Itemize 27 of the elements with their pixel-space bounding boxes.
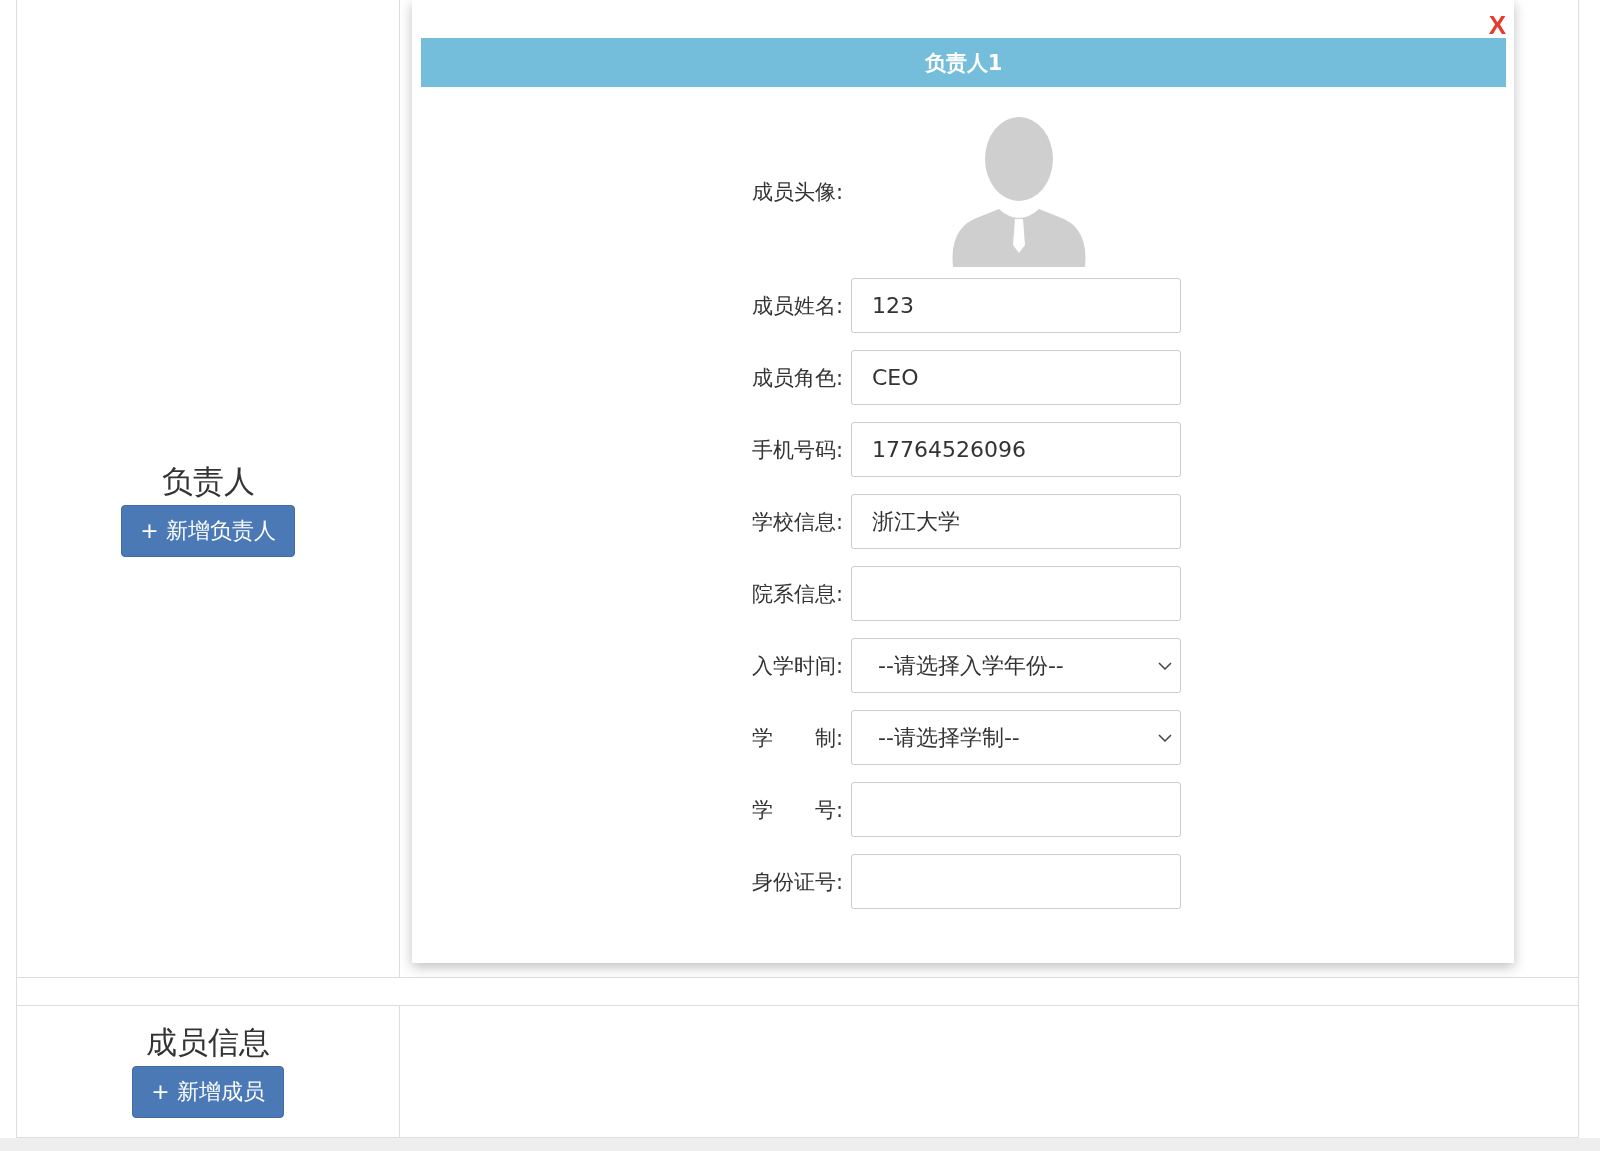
add-button[interactable]: + 新增成员 <box>132 1066 284 1118</box>
field-label: 成员头像: <box>750 179 844 206</box>
section-title: 负责人 <box>161 461 255 501</box>
field-label: 成员姓名: <box>750 292 844 320</box>
input-field[interactable] <box>851 782 1181 837</box>
add-button[interactable]: + 新增负责人 <box>121 504 295 557</box>
dropdown-field[interactable]: --请选择入学年份-- <box>851 638 1181 693</box>
input-field[interactable]: 浙江大学 <box>851 494 1181 549</box>
field-label: 手机号码: <box>750 436 844 464</box>
field-label: 学校信息: <box>750 508 844 536</box>
field-label: 学 号: <box>750 796 844 824</box>
field-label: 院系信息: <box>750 580 844 608</box>
chevron-down-icon <box>1158 733 1172 742</box>
field-label: 身份证号: <box>750 868 844 896</box>
dropdown-field[interactable]: --请选择学制-- <box>851 710 1181 765</box>
input-field[interactable] <box>851 566 1181 621</box>
input-field[interactable]: 123 <box>851 278 1181 333</box>
input-field[interactable]: 17764526096 <box>851 422 1181 477</box>
close-button[interactable]: X <box>1488 10 1506 41</box>
field-label: 学 制: <box>750 724 844 752</box>
chevron-down-icon <box>1158 661 1172 670</box>
input-field[interactable]: CEO <box>851 350 1181 405</box>
dialog-title: 负责人1 <box>421 38 1506 87</box>
field-label: 成员角色: <box>750 364 844 392</box>
field-label: 入学时间: <box>750 652 844 680</box>
input-field[interactable] <box>851 854 1181 909</box>
section-title: 成员信息 <box>146 1023 270 1062</box>
